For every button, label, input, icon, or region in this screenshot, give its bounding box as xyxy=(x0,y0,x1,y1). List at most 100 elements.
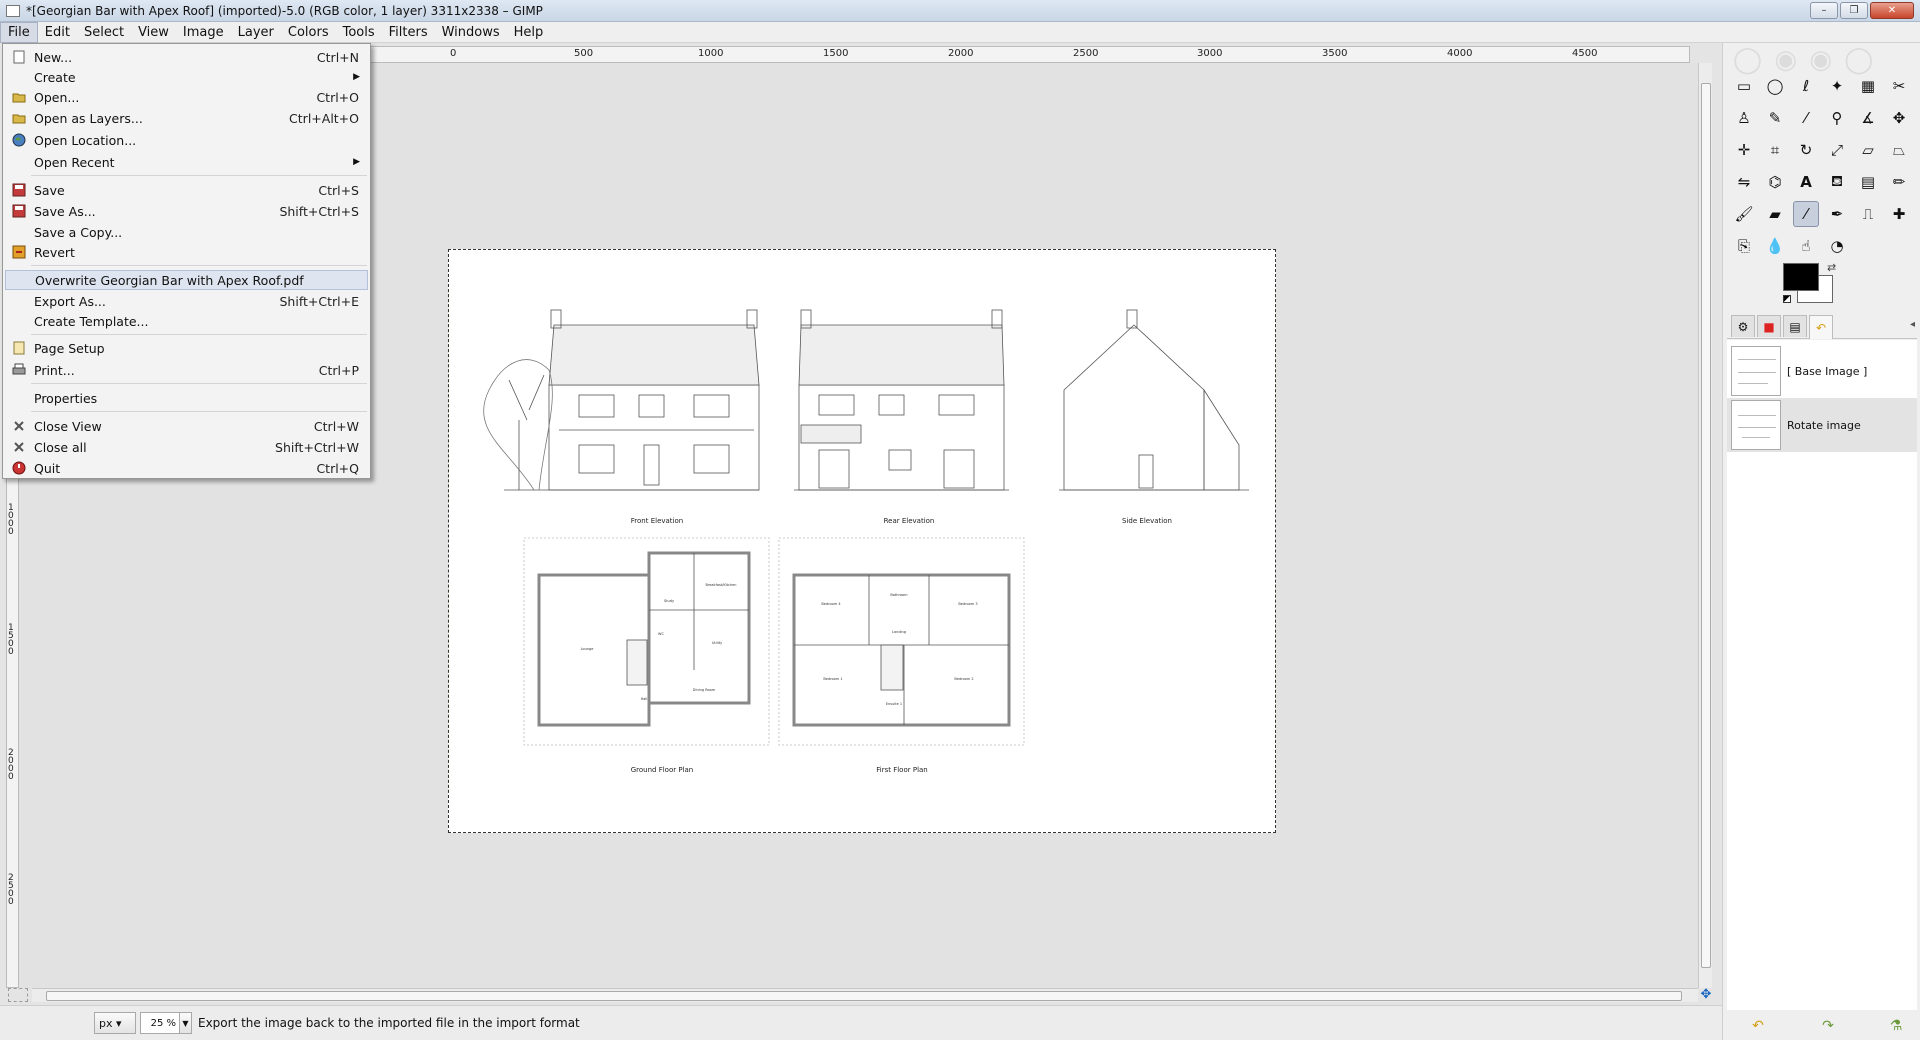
blend-tool-icon[interactable]: ▤ xyxy=(1855,169,1881,195)
quick-mask-toggle[interactable] xyxy=(8,988,28,1002)
clone-tool-icon[interactable]: ⎍ xyxy=(1855,201,1881,227)
scale-tool-icon[interactable]: ⤢ xyxy=(1824,137,1850,163)
heal-tool-icon[interactable]: ✚ xyxy=(1886,201,1912,227)
zoom-input[interactable]: 25 % xyxy=(140,1012,180,1034)
image-canvas[interactable]: Front Elevation Rear Elevation Side Elev… xyxy=(448,249,1276,833)
scissors-select-tool-icon[interactable]: ✂ xyxy=(1886,73,1912,99)
room-label: Dining Room xyxy=(693,688,716,692)
navigate-icon[interactable]: ✥ xyxy=(1699,988,1713,1002)
close-window-button[interactable]: ✕ xyxy=(1870,2,1914,19)
paths-tool-icon[interactable]: ✎ xyxy=(1762,105,1788,131)
menu-item-close-all[interactable]: Close all Shift+Ctrl+W xyxy=(5,437,368,457)
menu-filters[interactable]: Filters xyxy=(382,22,435,43)
color-picker-tool-icon[interactable]: ⁄ xyxy=(1793,105,1819,131)
airbrush-tool-icon[interactable]: ⁄ xyxy=(1793,201,1819,227)
menu-item-page-setup[interactable]: Page Setup xyxy=(5,338,368,358)
rect-select-tool-icon[interactable]: ▭ xyxy=(1731,73,1757,99)
horizontal-scroll-thumb[interactable] xyxy=(46,991,1682,1001)
layers-tab[interactable]: ▤ xyxy=(1783,315,1807,337)
menu-help[interactable]: Help xyxy=(507,22,551,43)
menu-item-shortcut: Ctrl+S xyxy=(318,182,359,198)
pencil-tool-icon[interactable]: ✏ xyxy=(1886,169,1912,195)
device-status-tab[interactable]: ■ xyxy=(1757,315,1781,337)
menu-edit[interactable]: Edit xyxy=(38,22,77,43)
shear-tool-icon[interactable]: ▱ xyxy=(1855,137,1881,163)
menu-item-open-recent[interactable]: Open Recent ▶ xyxy=(5,152,368,172)
undo-icon[interactable]: ↶ xyxy=(1747,1016,1769,1036)
menu-item-shortcut: Shift+Ctrl+S xyxy=(279,203,359,219)
blur-tool-icon[interactable]: 💧 xyxy=(1762,233,1788,259)
unit-select[interactable]: px ▾ xyxy=(94,1012,136,1034)
zoom-tool-icon[interactable]: ⚲ xyxy=(1824,105,1850,131)
menu-item-open-location[interactable]: Open Location... xyxy=(5,130,368,150)
swap-colors-icon[interactable]: ⇄ xyxy=(1827,261,1836,274)
menu-item-create-template[interactable]: Create Template... xyxy=(5,311,368,331)
foreground-select-tool-icon[interactable]: ♙ xyxy=(1731,105,1757,131)
perspective-tool-icon[interactable]: ⏢ xyxy=(1886,137,1912,163)
menu-view[interactable]: View xyxy=(131,22,176,43)
tool-options-tab[interactable]: ⚙ xyxy=(1731,315,1755,337)
move-tool-icon[interactable]: ✥ xyxy=(1886,105,1912,131)
undo-history-tab[interactable]: ↶ xyxy=(1809,315,1833,339)
smudge-tool-icon[interactable]: ☝ xyxy=(1793,233,1819,259)
history-item[interactable]: [ Base Image ] xyxy=(1727,344,1917,398)
vertical-scrollbar[interactable] xyxy=(1698,63,1712,988)
menu-item-save-as[interactable]: Save As... Shift+Ctrl+S xyxy=(5,201,368,221)
rotate-tool-icon[interactable]: ↻ xyxy=(1793,137,1819,163)
eraser-tool-icon[interactable]: ▰ xyxy=(1762,201,1788,227)
dock-menu-icon[interactable]: ◂ xyxy=(1910,319,1915,330)
ellipse-select-tool-icon[interactable]: ◯ xyxy=(1762,73,1788,99)
zoom-dropdown-button[interactable]: ▼ xyxy=(180,1012,192,1034)
foreground-color-swatch[interactable] xyxy=(1783,263,1819,291)
maximize-button[interactable]: ❐ xyxy=(1840,2,1868,19)
crop-tool-icon[interactable]: ⌗ xyxy=(1762,137,1788,163)
vertical-scroll-thumb[interactable] xyxy=(1701,83,1711,968)
bucket-fill-tool-icon[interactable]: ⛾ xyxy=(1824,169,1850,195)
menu-item-create[interactable]: Create ▶ xyxy=(5,67,368,87)
dodge-burn-tool-icon[interactable]: ◔ xyxy=(1824,233,1850,259)
history-item[interactable]: Rotate image xyxy=(1727,398,1917,452)
menu-item-close-view[interactable]: Close View Ctrl+W xyxy=(5,416,368,436)
align-tool-icon[interactable]: ✛ xyxy=(1731,137,1757,163)
menu-item-shortcut: Shift+Ctrl+E xyxy=(279,293,360,309)
fuzzy-select-tool-icon[interactable]: ✦ xyxy=(1824,73,1850,99)
perspective-clone-tool-icon[interactable]: ⎘ xyxy=(1731,233,1757,259)
color-select-tool-icon[interactable]: ▦ xyxy=(1855,73,1881,99)
cage-transform-tool-icon[interactable]: ⌬ xyxy=(1762,169,1788,195)
menu-item-print[interactable]: Print... Ctrl+P xyxy=(5,360,368,380)
menu-item-open-as-layers[interactable]: Open as Layers... Ctrl+Alt+O xyxy=(5,108,368,128)
menu-item-open[interactable]: Open... Ctrl+O xyxy=(5,87,368,107)
menu-item-overwrite[interactable]: Overwrite Georgian Bar with Apex Roof.pd… xyxy=(5,270,368,290)
horizontal-scrollbar[interactable] xyxy=(32,988,1698,1002)
menu-image[interactable]: Image xyxy=(176,22,231,43)
menu-item-save-copy[interactable]: Save a Copy... xyxy=(5,222,368,242)
menu-select[interactable]: Select xyxy=(77,22,131,43)
redo-icon[interactable]: ↷ xyxy=(1817,1016,1839,1036)
new-doc-icon xyxy=(13,50,25,64)
menu-item-new[interactable]: New... Ctrl+N xyxy=(5,47,368,67)
default-colors-icon[interactable] xyxy=(1783,295,1791,303)
menu-item-shortcut: Ctrl+N xyxy=(316,49,359,65)
menu-windows[interactable]: Windows xyxy=(435,22,507,43)
ruler-label: 2000 xyxy=(948,48,974,59)
paintbrush-tool-icon[interactable]: 🖌 xyxy=(1731,201,1757,227)
menu-item-quit[interactable]: Quit Ctrl+Q xyxy=(5,458,368,478)
menu-item-export-as[interactable]: Export As... Shift+Ctrl+E xyxy=(5,291,368,311)
toolbox: ▭ ◯ ℓ ✦ ▦ ✂ ♙ ✎ ⁄ ⚲ ∡ ✥ ✛ ⌗ ↻ ⤢ ▱ ⏢ ⇋ ⌬ … xyxy=(1731,73,1919,255)
minimize-button[interactable]: – xyxy=(1810,2,1838,19)
text-tool-icon[interactable]: A xyxy=(1793,169,1819,195)
clear-history-icon[interactable]: ⚗ xyxy=(1885,1016,1907,1036)
menu-item-properties[interactable]: Properties xyxy=(5,388,368,408)
menu-item-revert[interactable]: Revert xyxy=(5,242,368,262)
rear-elevation-drawing xyxy=(794,309,1009,491)
free-select-tool-icon[interactable]: ℓ xyxy=(1793,73,1819,99)
menu-item-save[interactable]: Save Ctrl+S xyxy=(5,180,368,200)
menu-file[interactable]: File xyxy=(0,21,38,43)
menu-layer[interactable]: Layer xyxy=(231,22,281,43)
ink-tool-icon[interactable]: ✒ xyxy=(1824,201,1850,227)
flip-tool-icon[interactable]: ⇋ xyxy=(1731,169,1757,195)
menu-colors[interactable]: Colors xyxy=(281,22,336,43)
measure-tool-icon[interactable]: ∡ xyxy=(1855,105,1881,131)
room-label: Breakfast/Kitchen xyxy=(706,583,737,587)
menu-tools[interactable]: Tools xyxy=(336,22,382,43)
